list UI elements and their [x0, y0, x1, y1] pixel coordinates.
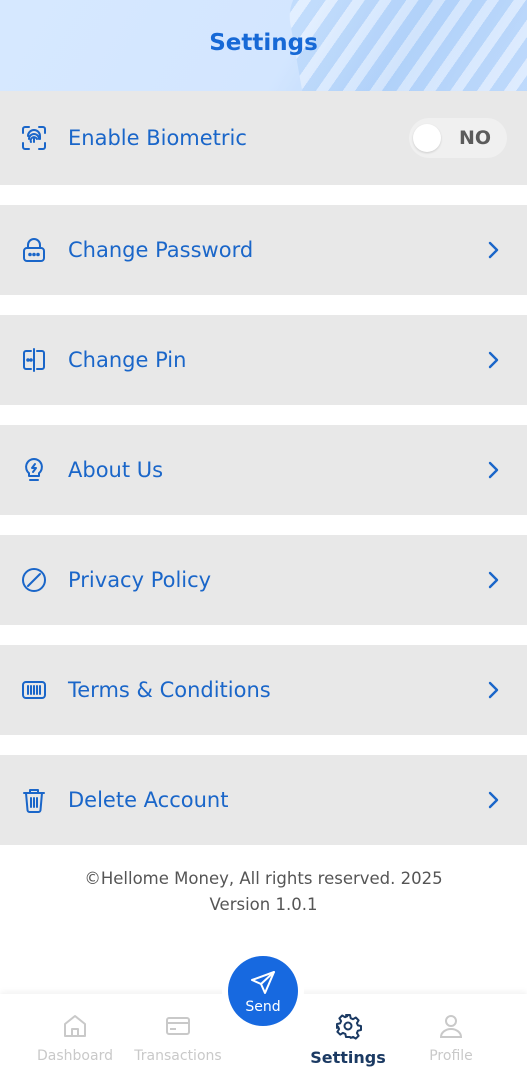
header: Settings — [0, 0, 527, 91]
version-text: Version 1.0.1 — [209, 895, 318, 914]
lightbulb-icon — [20, 456, 48, 484]
chevron-right-icon — [485, 790, 501, 810]
delete-account-label: Delete Account — [68, 788, 229, 812]
pin-icon — [20, 346, 48, 374]
biometric-toggle[interactable]: NO — [409, 118, 507, 158]
change-password-row[interactable]: Change Password — [0, 205, 527, 295]
nav-settings[interactable]: Settings — [298, 1012, 398, 1067]
change-password-label: Change Password — [68, 238, 254, 262]
document-icon — [20, 676, 48, 704]
send-icon — [251, 971, 275, 994]
nav-profile[interactable]: Profile — [401, 1012, 501, 1064]
send-label: Send — [245, 999, 281, 1015]
lock-icon — [20, 236, 48, 264]
chevron-right-icon — [485, 460, 501, 480]
settings-screen: Settings Enable Biometric NO Change Pass… — [0, 0, 527, 1080]
chevron-right-icon — [485, 350, 501, 370]
nav-transactions-label: Transactions — [134, 1048, 222, 1064]
user-icon — [439, 1015, 463, 1038]
about-us-label: About Us — [68, 458, 164, 482]
prohibited-icon — [20, 566, 48, 594]
chevron-right-icon — [485, 240, 501, 260]
nav-dashboard[interactable]: Dashboard — [25, 1012, 125, 1064]
settings-list: Enable Biometric NO Change Password Chan… — [0, 91, 527, 865]
toggle-state-label: NO — [458, 127, 491, 149]
delete-account-row[interactable]: Delete Account — [0, 755, 527, 845]
terms-conditions-label: Terms & Conditions — [68, 678, 271, 702]
privacy-policy-row[interactable]: Privacy Policy — [0, 535, 527, 625]
about-us-row[interactable]: About Us — [0, 425, 527, 515]
gear-icon — [336, 1014, 362, 1040]
change-pin-row[interactable]: Change Pin — [0, 315, 527, 405]
page-title: Settings — [209, 30, 318, 56]
nav-transactions[interactable]: Transactions — [128, 1012, 228, 1064]
footer: ©Hellome Money, All rights reserved. 202… — [0, 866, 527, 918]
chevron-right-icon — [485, 680, 501, 700]
home-icon — [64, 1015, 86, 1037]
terms-conditions-row[interactable]: Terms & Conditions — [0, 645, 527, 735]
change-pin-label: Change Pin — [68, 348, 187, 372]
chevron-right-icon — [485, 570, 501, 590]
send-button[interactable]: Send — [222, 950, 304, 1032]
biometric-row: Enable Biometric NO — [0, 91, 527, 185]
nav-profile-label: Profile — [429, 1048, 473, 1064]
nav-settings-label: Settings — [310, 1048, 386, 1067]
send-button-inner: Send — [228, 956, 298, 1026]
biometric-label: Enable Biometric — [68, 126, 247, 150]
trash-icon — [20, 786, 48, 814]
card-icon — [166, 1017, 190, 1035]
nav-dashboard-label: Dashboard — [37, 1048, 113, 1064]
fingerprint-icon — [20, 124, 48, 152]
toggle-knob — [413, 124, 441, 152]
copyright-text: ©Hellome Money, All rights reserved. 202… — [84, 869, 443, 888]
privacy-policy-label: Privacy Policy — [68, 568, 212, 592]
